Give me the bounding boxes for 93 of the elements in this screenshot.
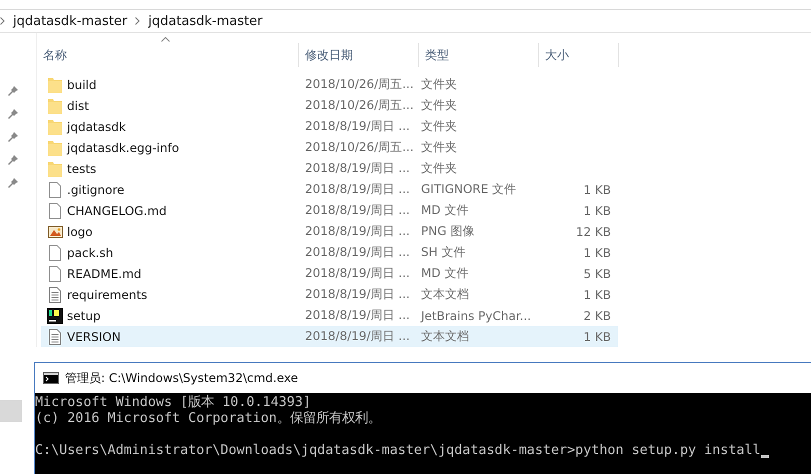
- file-type: 文件夹: [421, 139, 457, 156]
- pin-icon: [8, 109, 18, 119]
- file-name: jqdatasdk: [67, 120, 126, 134]
- modified-date: 2018/10/26/周五...: [305, 76, 414, 93]
- file-row[interactable]: VERSION 2018/8/19/周日 ... 文本文档 1 KB: [41, 326, 618, 347]
- file-name: .gitignore: [67, 182, 124, 196]
- pin-icon: [8, 132, 18, 142]
- modified-date: 2018/8/19/周日 ...: [305, 265, 410, 282]
- file-name: logo: [67, 224, 93, 238]
- file-name: jqdatasdk.egg-info: [67, 140, 180, 154]
- breadcrumb-item[interactable]: jqdatasdk-master: [13, 14, 128, 28]
- file-row[interactable]: setup 2018/8/19/周日 ... JetBrains PyChar... 2 KB: [41, 305, 618, 326]
- column-header[interactable]: 类型: [419, 43, 539, 67]
- file-name: requirements: [67, 288, 148, 302]
- folder-icon: [47, 160, 63, 176]
- chevron-icon: [0, 17, 5, 25]
- file-icon: [47, 182, 63, 198]
- file-type: JetBrains PyChar...: [421, 308, 532, 322]
- image-file-icon: [47, 224, 63, 240]
- modified-date: 2018/8/19/周日 ...: [305, 328, 410, 345]
- file-row[interactable]: README.md 2018/8/19/周日 ... MD 文件 5 KB: [41, 263, 618, 284]
- file-row[interactable]: jqdatasdk.egg-info 2018/10/26/周五... 文件夹: [41, 137, 618, 158]
- file-size: 2 KB: [583, 308, 611, 322]
- file-type: MD 文件: [421, 202, 468, 219]
- modified-date: 2018/8/19/周日 ...: [305, 244, 410, 261]
- file-type: 文件夹: [421, 76, 457, 93]
- console-line: Microsoft Windows [版本 10.0.14393]: [35, 395, 311, 411]
- window-title: 管理员: C:\Windows\System32\cmd.exe: [65, 370, 298, 386]
- file-size: 1 KB: [583, 182, 611, 196]
- breadcrumb-item[interactable]: jqdatasdk-master: [148, 14, 262, 28]
- console-command: C:\Users\Administrator\Downloads\jqdatasdk-master\jqdatasdk-master>python setup.py install: [35, 443, 761, 459]
- file-size: 1 KB: [583, 246, 611, 260]
- file-size: 1 KB: [583, 204, 611, 218]
- pin-icon: [8, 155, 18, 165]
- file-icon: [47, 244, 63, 260]
- folder-icon: [47, 98, 63, 114]
- file-row[interactable]: pack.sh 2018/8/19/周日 ... SH 文件 1 KB: [41, 242, 618, 263]
- file-size: 1 KB: [583, 288, 611, 302]
- pin-icon: [8, 178, 18, 188]
- nav-item-background: [0, 400, 22, 422]
- file-row[interactable]: tests 2018/8/19/周日 ... 文件夹: [41, 158, 618, 179]
- file-icon: [47, 266, 63, 282]
- file-row[interactable]: .gitignore 2018/8/19/周日 ... GITIGNORE 文件 1 KB: [41, 179, 618, 200]
- modified-date: 2018/8/19/周日 ...: [305, 223, 410, 240]
- file-row[interactable]: logo 2018/8/19/周日 ... PNG 图像 12 KB: [41, 221, 618, 242]
- file-name: README.md: [67, 266, 142, 280]
- file-row[interactable]: CHANGELOG.md 2018/8/19/周日 ... MD 文件 1 KB: [41, 200, 618, 221]
- file-size: 1 KB: [583, 330, 611, 344]
- file-type: 文件夹: [421, 118, 457, 135]
- column-header[interactable]: 修改日期: [299, 43, 419, 67]
- file-name: setup: [67, 308, 101, 322]
- text-cursor: [760, 455, 769, 458]
- modified-date: 2018/8/19/周日 ...: [305, 181, 410, 198]
- modified-date: 2018/8/19/周日 ...: [305, 307, 410, 324]
- pycharm-icon: [47, 308, 63, 324]
- file-name: CHANGELOG.md: [67, 204, 167, 218]
- file-size: 12 KB: [576, 224, 611, 238]
- folder-icon: [47, 118, 63, 134]
- folder-icon: [47, 140, 63, 156]
- modified-date: 2018/10/26/周五...: [305, 97, 414, 114]
- file-type: 文件夹: [421, 160, 457, 177]
- file-type: 文本文档: [421, 328, 469, 345]
- file-name: build: [67, 78, 97, 92]
- text-file-icon: [47, 286, 63, 302]
- file-type: PNG 图像: [421, 223, 474, 240]
- modified-date: 2018/8/19/周日 ...: [305, 160, 410, 177]
- file-name: dist: [67, 98, 89, 112]
- column-header[interactable]: 大小: [539, 43, 619, 67]
- file-name: tests: [67, 162, 96, 176]
- column-header[interactable]: 名称: [37, 43, 299, 67]
- file-size: 5 KB: [583, 266, 611, 280]
- file-name: VERSION: [67, 330, 121, 344]
- file-row[interactable]: build 2018/10/26/周五... 文件夹: [41, 74, 618, 95]
- chevron-icon: [135, 17, 140, 25]
- file-row[interactable]: requirements 2018/8/19/周日 ... 文本文档 1 KB: [41, 284, 618, 305]
- file-type: GITIGNORE 文件: [421, 181, 516, 198]
- file-type: SH 文件: [421, 244, 466, 261]
- file-icon: [47, 202, 63, 218]
- file-name: pack.sh: [67, 246, 114, 260]
- modified-date: 2018/8/19/周日 ...: [305, 118, 410, 135]
- file-type: MD 文件: [421, 265, 468, 282]
- pin-icon: [8, 86, 18, 96]
- modified-date: 2018/10/26/周五...: [305, 139, 414, 156]
- console-icon: [43, 372, 59, 384]
- file-row[interactable]: jqdatasdk 2018/8/19/周日 ... 文件夹: [41, 116, 618, 137]
- folder-icon: [47, 76, 63, 92]
- modified-date: 2018/8/19/周日 ...: [305, 286, 410, 303]
- console-line: (c) 2016 Microsoft Corporation。保留所有权利。: [35, 411, 381, 427]
- file-type: 文件夹: [421, 97, 457, 114]
- text-file-icon: [47, 328, 63, 344]
- file-row[interactable]: dist 2018/10/26/周五... 文件夹: [41, 95, 618, 116]
- file-type: 文本文档: [421, 286, 469, 303]
- modified-date: 2018/8/19/周日 ...: [305, 202, 410, 219]
